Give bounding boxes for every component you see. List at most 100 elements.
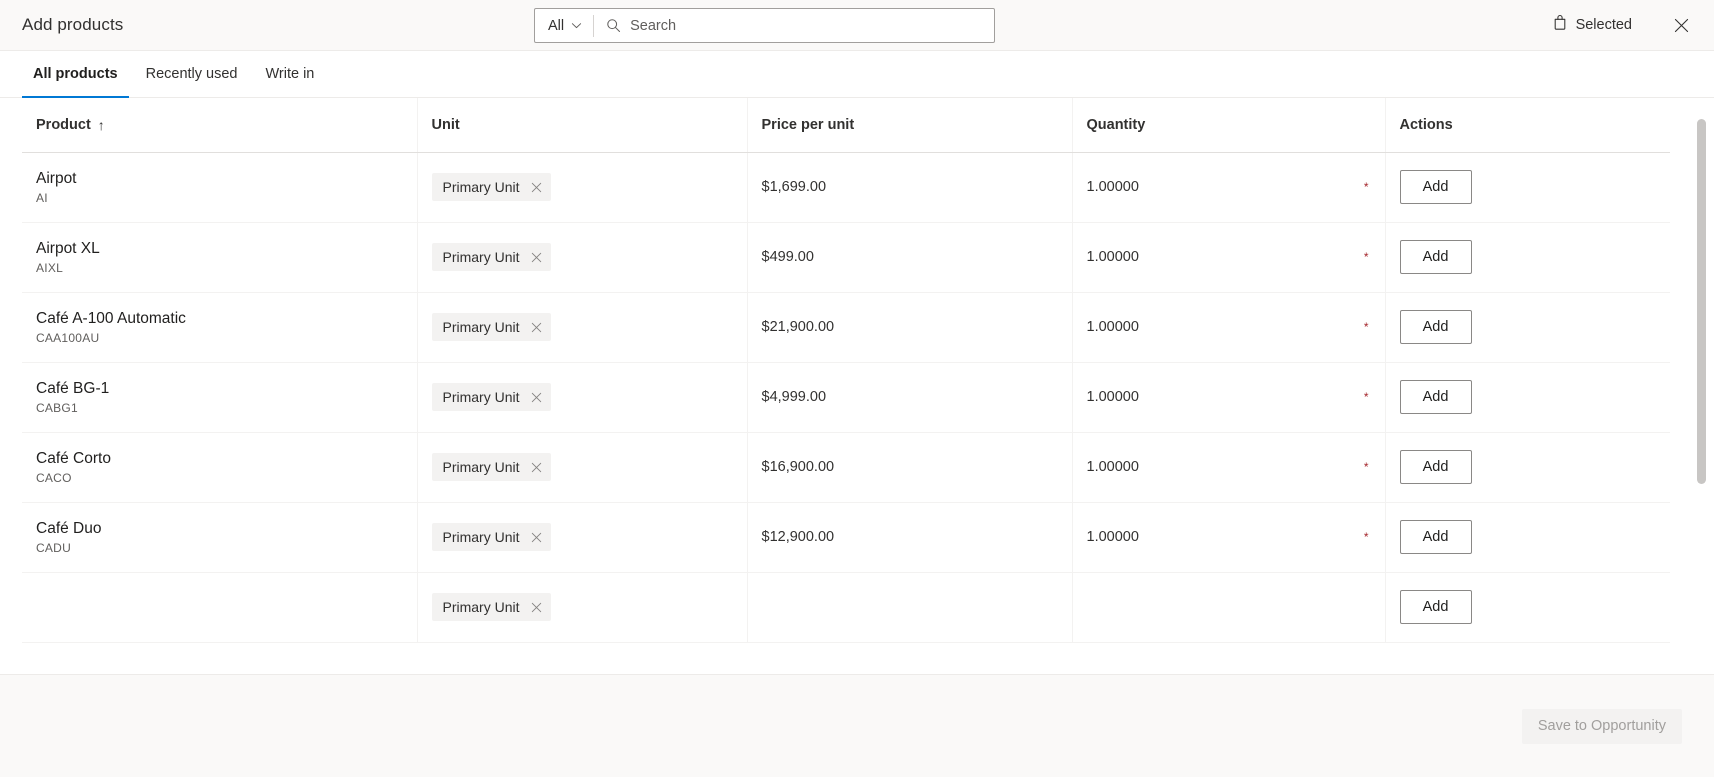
table-row[interactable]: Café BG-1 CABG1 Primary Unit $4,999.00 1… [22, 362, 1670, 433]
product-name: Café Corto [36, 449, 111, 467]
add-button[interactable]: Add [1399, 450, 1472, 484]
table-row[interactable]: Airpot XL AIXL Primary Unit $499.00 1.00… [22, 222, 1670, 293]
column-header-label: Unit [431, 116, 460, 133]
unit-pill[interactable]: Primary Unit [431, 453, 551, 481]
required-indicator: * [1363, 390, 1369, 404]
dialog-footer: Save to Opportunity [0, 674, 1714, 777]
cell-price: $12,900.00 [747, 502, 1073, 573]
tab-label: All products [33, 65, 118, 82]
add-button[interactable]: Add [1399, 240, 1472, 274]
cell-unit: Primary Unit [417, 502, 748, 573]
add-button[interactable]: Add [1399, 310, 1472, 344]
unit-pill[interactable]: Primary Unit [431, 383, 551, 411]
quantity-value: 1.00000 [1086, 459, 1139, 475]
cell-actions: Add [1385, 362, 1670, 433]
unit-pill-label: Primary Unit [442, 249, 520, 265]
table-header: Product ↑ Unit Price per unit Quantity A… [22, 98, 1670, 153]
cell-quantity[interactable]: 1.00000 * [1072, 292, 1386, 363]
add-button[interactable]: Add [1399, 380, 1472, 414]
selected-label: Selected [1575, 17, 1632, 33]
cell-product: Café A-100 Automatic CAA100AU [22, 292, 418, 363]
cell-actions: Add [1385, 572, 1670, 643]
cell-quantity[interactable] [1072, 572, 1386, 643]
save-to-opportunity-button[interactable]: Save to Opportunity [1521, 708, 1682, 744]
close-icon[interactable] [1666, 10, 1696, 40]
required-indicator: * [1363, 530, 1369, 544]
cell-quantity[interactable]: 1.00000 * [1072, 502, 1386, 573]
table-row[interactable]: Café Corto CACO Primary Unit $16,900.00 … [22, 432, 1670, 503]
search-scope-dropdown[interactable]: All [535, 9, 593, 42]
column-header-label: Product [36, 116, 91, 133]
column-header-quantity[interactable]: Quantity [1072, 98, 1386, 153]
sort-ascending-icon: ↑ [97, 116, 105, 133]
unit-pill-label: Primary Unit [442, 389, 520, 405]
search-input[interactable] [630, 9, 994, 42]
close-icon[interactable] [531, 322, 542, 333]
tab-all-products[interactable]: All products [22, 51, 129, 98]
close-icon[interactable] [531, 182, 542, 193]
search-icon [594, 18, 630, 33]
unit-pill[interactable]: Primary Unit [431, 243, 551, 271]
close-icon[interactable] [531, 532, 542, 543]
shopping-bag-icon [1552, 14, 1568, 36]
cell-quantity[interactable]: 1.00000 * [1072, 222, 1386, 293]
required-indicator: * [1363, 320, 1369, 334]
vertical-scrollbar[interactable] [1697, 116, 1706, 586]
unit-pill-label: Primary Unit [442, 319, 520, 335]
close-icon[interactable] [531, 462, 542, 473]
column-header-actions: Actions [1385, 98, 1670, 153]
cell-product: Café BG-1 CABG1 [22, 362, 418, 433]
required-indicator: * [1363, 180, 1369, 194]
cell-actions: Add [1385, 432, 1670, 503]
cell-actions: Add [1385, 152, 1670, 223]
products-table-container: Product ↑ Unit Price per unit Quantity A… [0, 98, 1714, 674]
close-icon[interactable] [531, 252, 542, 263]
quantity-value: 1.00000 [1086, 319, 1139, 335]
cell-quantity[interactable]: 1.00000 * [1072, 432, 1386, 503]
cell-quantity[interactable]: 1.00000 * [1072, 152, 1386, 223]
unit-pill[interactable]: Primary Unit [431, 313, 551, 341]
unit-pill[interactable]: Primary Unit [431, 173, 551, 201]
product-name: Café A-100 Automatic [36, 309, 186, 327]
cell-unit: Primary Unit [417, 362, 748, 433]
tab-write-in[interactable]: Write in [254, 51, 325, 98]
product-code: AI [36, 191, 48, 206]
cell-product: Airpot XL AIXL [22, 222, 418, 293]
unit-pill[interactable]: Primary Unit [431, 523, 551, 551]
product-name: Café Duo [36, 519, 102, 537]
close-icon[interactable] [531, 602, 542, 613]
unit-pill[interactable]: Primary Unit [431, 593, 551, 621]
cell-unit: Primary Unit [417, 222, 748, 293]
close-icon[interactable] [531, 392, 542, 403]
cell-price [747, 572, 1073, 643]
cell-actions: Add [1385, 222, 1670, 293]
cell-product: Airpot AI [22, 152, 418, 223]
tab-label: Recently used [145, 65, 238, 82]
table-row[interactable]: Café Duo CADU Primary Unit $12,900.00 1.… [22, 502, 1670, 573]
required-indicator: * [1363, 250, 1369, 264]
tab-recently-used[interactable]: Recently used [135, 51, 249, 98]
add-button[interactable]: Add [1399, 590, 1472, 624]
column-header-label: Quantity [1086, 116, 1146, 133]
cell-quantity[interactable]: 1.00000 * [1072, 362, 1386, 433]
table-row[interactable]: Airpot AI Primary Unit $1,699.00 1.00000… [22, 152, 1670, 223]
column-header-unit[interactable]: Unit [417, 98, 748, 153]
product-code: CADU [36, 541, 72, 556]
search-scope-label: All [548, 17, 565, 34]
add-button[interactable]: Add [1399, 520, 1472, 554]
add-button[interactable]: Add [1399, 170, 1472, 204]
cell-price: $21,900.00 [747, 292, 1073, 363]
cell-unit: Primary Unit [417, 292, 748, 363]
chevron-down-icon [571, 20, 582, 31]
column-header-product[interactable]: Product ↑ [22, 98, 418, 153]
column-header-price-per-unit[interactable]: Price per unit [747, 98, 1073, 153]
unit-pill-label: Primary Unit [442, 599, 520, 615]
selected-button[interactable]: Selected [1548, 9, 1636, 41]
table-row[interactable]: Primary Unit Add [22, 572, 1670, 643]
product-name: Airpot [36, 169, 77, 187]
table-row[interactable]: Café A-100 Automatic CAA100AU Primary Un… [22, 292, 1670, 363]
search-box[interactable]: All [534, 8, 995, 43]
column-header-label: Actions [1399, 116, 1453, 133]
product-code: CAA100AU [36, 331, 100, 346]
scrollbar-thumb[interactable] [1697, 119, 1706, 484]
